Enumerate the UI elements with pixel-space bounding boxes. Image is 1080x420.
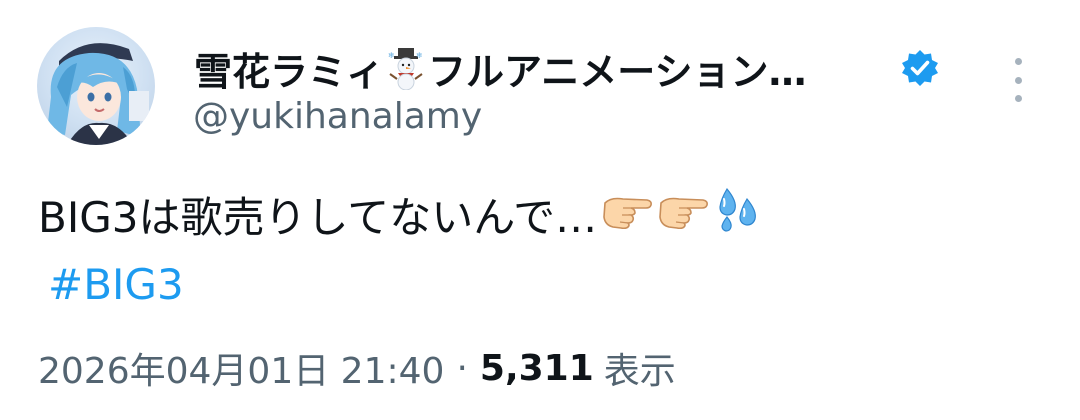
- display-name[interactable]: 雪花ラミィ ❄ ❄ フルアニメーション…: [194, 40, 807, 96]
- user-handle[interactable]: @yukihanalamy: [193, 96, 482, 137]
- tweet-meta: 2026年04月01日 21:40 · 5,311 表示: [38, 342, 676, 394]
- svg-text:❄: ❄: [388, 51, 395, 60]
- verified-badge-icon: [900, 48, 940, 88]
- views-label: 表示: [603, 351, 676, 392]
- more-options-icon[interactable]: [1004, 58, 1032, 102]
- sweat-droplets-icon: [713, 185, 761, 243]
- views-count: 5,311: [479, 347, 594, 389]
- tweet-emojis: [601, 185, 761, 243]
- timestamp[interactable]: 2026年04月01日 21:40: [38, 342, 444, 394]
- tweet-text-content: BIG3は歌売りしてないんで…: [38, 192, 598, 242]
- display-name-text: 雪花ラミィ: [194, 49, 385, 94]
- separator: ·: [456, 347, 468, 389]
- pointing-right-hand-icon: [657, 189, 709, 239]
- snowman-icon: ❄ ❄: [386, 46, 426, 90]
- svg-text:❄: ❄: [416, 51, 423, 60]
- tweet: 雪花ラミィ ❄ ❄ フルアニメーション… @yukihanalamy BIG3は…: [0, 0, 1080, 420]
- avatar[interactable]: [37, 27, 155, 145]
- pointing-right-hand-icon: [601, 189, 653, 239]
- tweet-text: BIG3は歌売りしてないんで…: [38, 186, 761, 242]
- display-name-suffix: フルアニメーション…: [428, 49, 807, 94]
- hashtag-link[interactable]: #BIG3: [48, 260, 184, 309]
